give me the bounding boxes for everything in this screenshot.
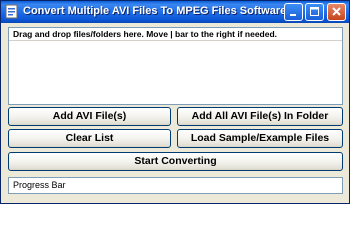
app-icon <box>5 4 18 19</box>
file-drop-list[interactable]: Drag and drop files/folders here. Move |… <box>8 27 343 105</box>
clear-list-button[interactable]: Clear List <box>8 129 171 148</box>
start-converting-button[interactable]: Start Converting <box>8 152 343 171</box>
minimize-icon <box>290 14 296 16</box>
progress-bar: Progress Bar <box>8 177 343 194</box>
progress-label: Progress Bar <box>13 180 66 190</box>
drop-instruction[interactable]: Drag and drop files/folders here. Move |… <box>9 28 342 41</box>
add-folder-button[interactable]: Add All AVI File(s) In Folder <box>177 107 343 126</box>
app-window: Convert Multiple AVI Files To MPEG Files… <box>0 0 350 204</box>
title-bar[interactable]: Convert Multiple AVI Files To MPEG Files… <box>1 1 349 23</box>
close-button[interactable] <box>327 3 346 21</box>
close-icon <box>332 7 341 16</box>
maximize-button[interactable] <box>305 3 324 21</box>
add-avi-files-button[interactable]: Add AVI File(s) <box>8 107 171 126</box>
minimize-button[interactable] <box>284 3 303 21</box>
load-sample-button[interactable]: Load Sample/Example Files <box>177 129 343 148</box>
maximize-icon <box>310 7 319 16</box>
window-title: Convert Multiple AVI Files To MPEG Files… <box>23 5 287 17</box>
